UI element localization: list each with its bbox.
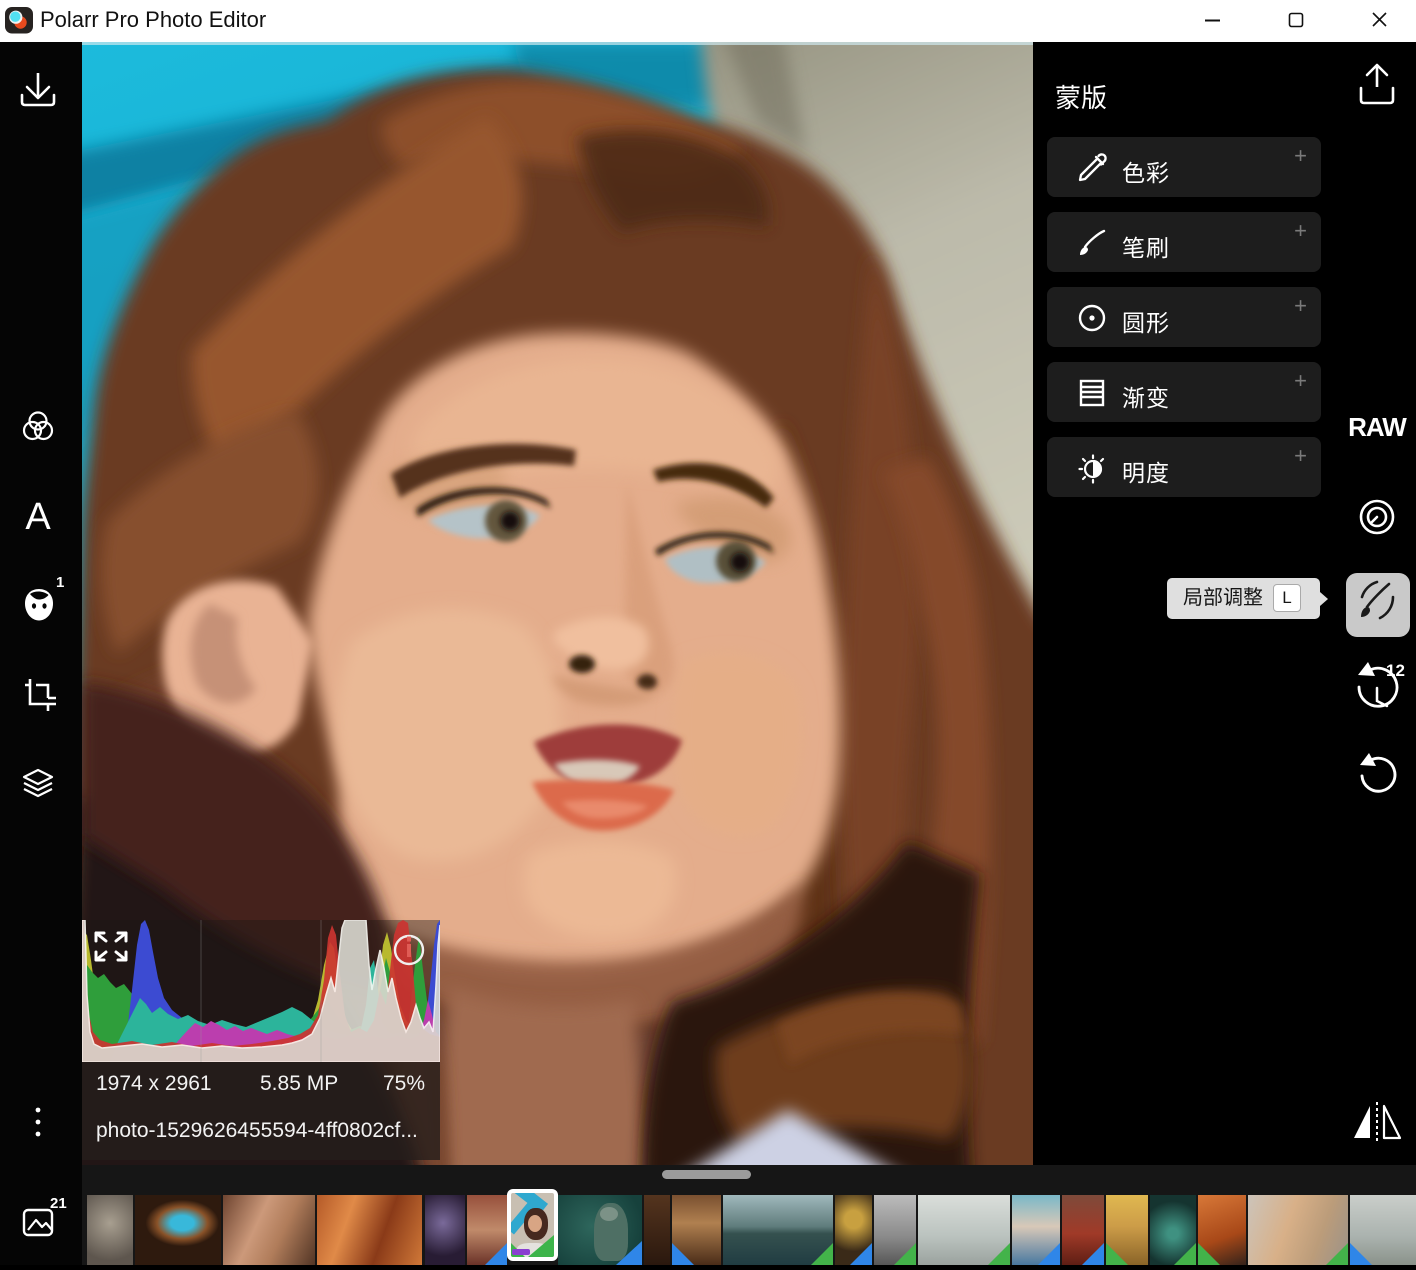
svg-text:A: A (25, 496, 51, 538)
svg-text:21: 21 (50, 1195, 67, 1212)
svg-text:RAW: RAW (1348, 412, 1407, 442)
svg-text:1: 1 (56, 574, 64, 591)
